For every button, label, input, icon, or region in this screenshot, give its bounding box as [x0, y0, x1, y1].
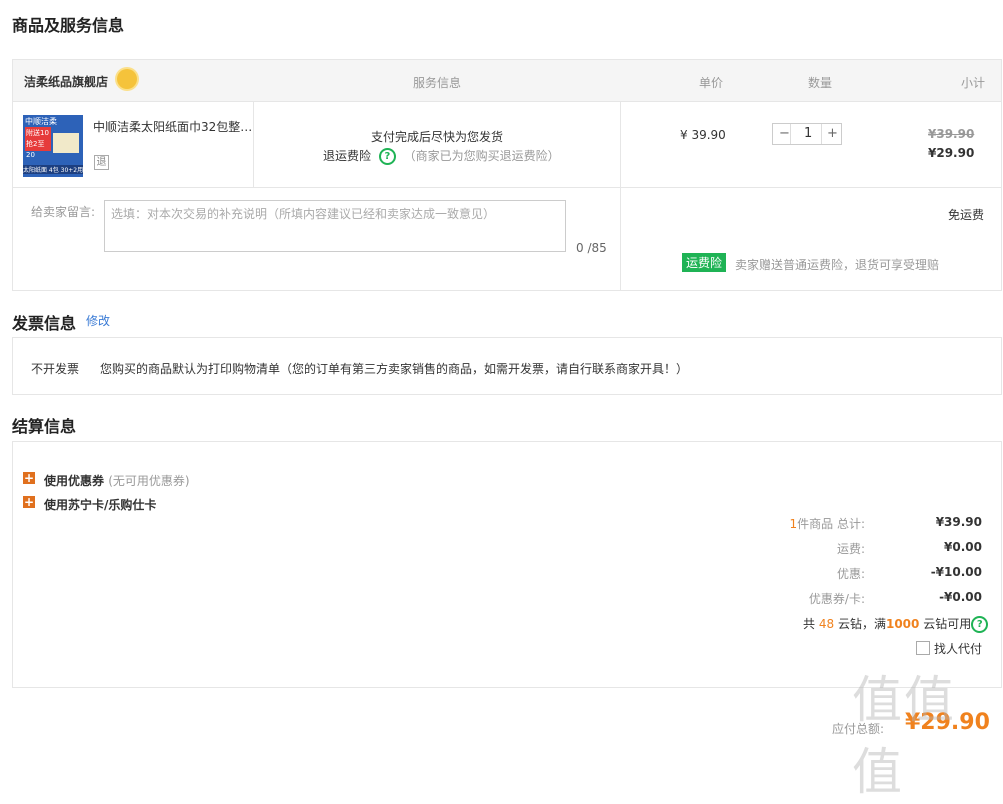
remark-label: 给卖家留言: — [31, 205, 96, 219]
settle-section-title: 结算信息 — [12, 417, 77, 436]
promo-line2: 抢2至20 — [26, 140, 45, 159]
discount-label: 优惠: — [836, 567, 865, 581]
coupon-toggle[interactable]: 使用优惠券 (无可用优惠券) — [44, 472, 190, 489]
insurance-tag: 运费险 — [682, 253, 727, 272]
quantity-stepper: − 1 + — [772, 123, 842, 145]
col-subtotal: 小计 — [961, 76, 986, 90]
remark-placeholder: 选填：对本次交易的补充说明（所填内容建议已经和卖家达成一致意见） — [111, 207, 496, 221]
expand-card-icon[interactable]: + — [23, 496, 35, 508]
product-image-brand: 中顺洁柔 — [25, 117, 57, 126]
item-count: 1 — [789, 517, 798, 531]
service-line1: 支付完成后尽快为您发货 — [371, 130, 504, 144]
remark-textarea[interactable]: 选填：对本次交易的补充说明（所填内容建议已经和卖家达成一致意见） — [104, 200, 566, 252]
diamond-count: 48 — [818, 617, 835, 631]
invoice-type: 不开发票 — [31, 362, 80, 376]
col-service: 服务信息 — [413, 76, 462, 90]
insurance-text: 卖家赠送普通运费险，退货可享受理赔 — [735, 258, 940, 272]
subtotal-final: ¥29.90 — [928, 146, 975, 160]
col-divider — [620, 101, 621, 291]
qty-plus-button[interactable]: + — [827, 126, 838, 141]
col-price: 单价 — [699, 76, 724, 90]
diamond-mid: 云钻，满 — [837, 617, 886, 631]
diamond-info: 共 48 云钻，满1000 云钻可用? — [803, 615, 989, 633]
qty-divider — [790, 124, 791, 144]
qty-minus-button[interactable]: − — [779, 126, 790, 141]
total-label: 1件商品 总计: — [700, 515, 866, 532]
diamond-prefix: 共 — [803, 617, 816, 631]
invoice-edit-link[interactable]: 修改 — [86, 312, 110, 329]
proxy-pay-label[interactable]: 找人代付 — [934, 640, 982, 657]
row-divider — [13, 187, 1001, 188]
invoice-section-title: 发票信息 — [12, 314, 77, 333]
diamond-threshold: 1000 — [885, 617, 920, 631]
tissue-box-shape — [53, 133, 79, 153]
invoice-desc: 您购买的商品默认为打印购物清单（您的订单有第三方卖家销售的商品，如需开发票，请自… — [100, 362, 689, 376]
total-value: ¥39.90 — [935, 515, 982, 529]
help-icon[interactable]: ? — [378, 148, 396, 165]
unit-price: ¥ 39.90 — [680, 128, 726, 142]
item-label: 件商品 总计: — [797, 517, 865, 531]
product-name[interactable]: 中顺洁柔太阳纸面巾32包整… — [93, 118, 252, 135]
return-insurance-note: （商家已为您购买退运费险） — [403, 149, 560, 163]
shipping-free: 免运费 — [948, 208, 985, 222]
store-name[interactable]: 洁柔纸品旗舰店 — [24, 73, 108, 90]
expand-coupon-icon[interactable]: + — [23, 472, 35, 484]
goods-section-title: 商品及服务信息 — [12, 16, 125, 35]
col-qty: 数量 — [808, 76, 833, 90]
product-image[interactable]: 中顺洁柔 附送10 抢2至20 太阳纸面 4包 30+2用 — [23, 115, 83, 177]
product-image-promo: 附送10 抢2至20 — [25, 127, 51, 159]
qty-divider — [821, 124, 822, 144]
product-image-bottom: 太阳纸面 4包 30+2用 — [23, 165, 83, 174]
remark-count: 0 /85 — [576, 241, 607, 255]
goods-table-header — [13, 60, 1001, 102]
shipping-value: ¥0.00 — [944, 540, 982, 554]
diamond-help-icon[interactable]: ? — [971, 616, 989, 633]
coupon-label: 使用优惠券 — [44, 474, 105, 488]
store-badge-icon — [117, 69, 137, 89]
discount-value: -¥10.00 — [930, 565, 982, 579]
card-toggle[interactable]: 使用苏宁卡/乐购仕卡 — [44, 496, 156, 513]
return-tag: 退 — [94, 155, 109, 170]
proxy-pay-checkbox[interactable] — [916, 641, 930, 655]
promo-line1: 附送10 — [26, 129, 49, 137]
coupon-card-label: 优惠券/卡: — [808, 592, 865, 606]
service-line2: 退运费险 ? （商家已为您购买退运费险） — [323, 147, 560, 165]
coupon-card-value: -¥0.00 — [939, 590, 982, 604]
qty-input[interactable]: 1 — [804, 126, 812, 141]
shipping-label: 运费: — [836, 542, 865, 556]
subtotal-original: ¥39.90 — [928, 127, 975, 141]
return-insurance-label: 退运费险 — [323, 149, 372, 163]
diamond-suffix: 云钻可用 — [923, 617, 972, 631]
watermark-logo: 值值值 — [852, 671, 956, 801]
col-divider — [253, 101, 254, 187]
coupon-note: (无可用优惠券) — [108, 474, 190, 488]
